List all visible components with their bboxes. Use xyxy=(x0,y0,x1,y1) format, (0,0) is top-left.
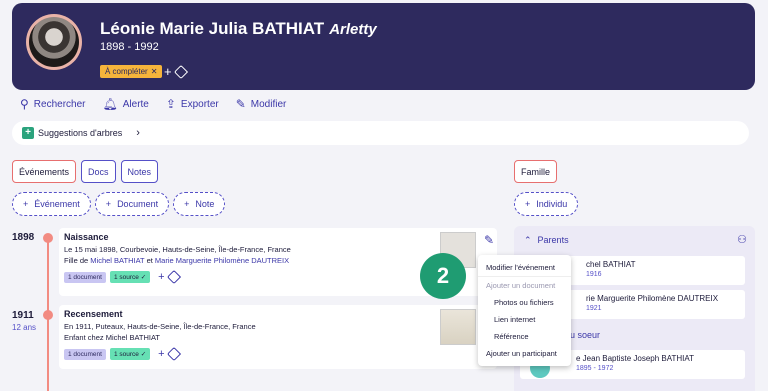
event-household: Enfant chez Michel BATHIAT xyxy=(64,333,161,342)
tab-notes[interactable]: Notes xyxy=(120,160,159,183)
sibling-name: e Jean Baptiste Joseph BATHIAT xyxy=(576,354,694,363)
add-event-label: Événement xyxy=(34,199,80,209)
add-tag-button[interactable]: + xyxy=(164,64,188,79)
export-label: Exporter xyxy=(180,98,219,110)
menu-heading-add-document: Ajouter un document xyxy=(486,281,556,290)
alert-button[interactable]: 🔔︎ Alerte xyxy=(103,97,149,111)
search-label: Rechercher xyxy=(33,98,86,110)
tab-family[interactable]: Famille xyxy=(514,160,558,183)
suggestions-label: Suggestions d'arbres xyxy=(38,128,123,138)
tag-icon xyxy=(173,64,188,79)
event-title: Recensement xyxy=(64,309,123,319)
plus-icon: + xyxy=(158,271,165,283)
document-count-badge[interactable]: 1 document xyxy=(64,271,106,283)
menu-item-reference[interactable]: Référence xyxy=(478,328,571,345)
timeline-dot xyxy=(43,233,53,243)
event-age: 12 ans xyxy=(12,323,37,332)
life-dates: 1898 - 1992 xyxy=(100,41,159,53)
pencil-icon[interactable]: ✎ xyxy=(484,233,494,247)
content-tabs: Événements Docs Notes xyxy=(12,160,159,183)
add-document-label: Document xyxy=(117,199,159,209)
plus-icon: + xyxy=(164,64,172,79)
search-button[interactable]: ⚲ Rechercher xyxy=(20,97,86,111)
suggestion-icon: + xyxy=(22,127,34,139)
plus-icon: + xyxy=(525,199,531,209)
add-document-button[interactable]: + Document xyxy=(94,192,170,216)
event-place: En 1911, Puteaux, Hauts-de-Seine, Île-de… xyxy=(64,322,256,331)
event-title: Naissance xyxy=(64,232,109,242)
profile-header: Léonie Marie Julia BATHIAT Arletty 1898 -… xyxy=(12,3,755,90)
siblings-heading: u soeur xyxy=(570,330,601,340)
document-count-badge[interactable]: 1 document xyxy=(64,348,106,360)
search-icon: ⚲ xyxy=(20,97,29,111)
parent-dates: 1916 xyxy=(586,271,602,278)
sibling-dates: 1895 - 1972 xyxy=(576,365,614,372)
tab-docs[interactable]: Docs xyxy=(81,160,116,183)
tab-events[interactable]: Événements xyxy=(12,160,77,183)
event-place: Le 15 mai 1898, Courbevoie, Hauts-de-Sei… xyxy=(64,245,291,254)
source-count-badge[interactable]: 1 source ✓ xyxy=(109,271,151,283)
event-context-menu: Modifier l'événement Ajouter un document… xyxy=(478,255,571,366)
chevron-up-icon: ⌃ xyxy=(524,235,532,245)
parent-link[interactable]: Michel BATHIAT xyxy=(90,256,144,265)
plus-icon: + xyxy=(158,348,165,360)
add-individual-label: Individu xyxy=(536,199,568,209)
close-icon[interactable]: ✕ xyxy=(151,67,158,76)
status-badge[interactable]: À compléter ✕ xyxy=(100,65,163,78)
tag-icon xyxy=(166,346,181,362)
parents-and: et xyxy=(146,256,153,265)
event-year: 1898 xyxy=(12,232,35,243)
add-note-button[interactable]: + Note xyxy=(173,192,226,216)
source-count-badge[interactable]: 1 source ✓ xyxy=(109,348,151,360)
plus-icon: + xyxy=(23,199,29,209)
add-note-label: Note xyxy=(195,199,215,209)
alert-label: Alerte xyxy=(122,98,149,110)
event-year: 1911 xyxy=(12,310,34,321)
menu-item-add-participant[interactable]: Ajouter un participant xyxy=(478,345,571,362)
document-thumbnail[interactable] xyxy=(440,309,476,345)
add-person-icon[interactable]: ⚇ xyxy=(737,233,747,246)
bell-icon: 🔔︎ xyxy=(102,97,118,111)
parent-dates: 1921 xyxy=(586,305,602,312)
plus-icon: + xyxy=(184,199,190,209)
export-button[interactable]: ⇪ Exporter xyxy=(166,97,219,111)
export-icon: ⇪ xyxy=(165,97,176,111)
parents-heading: Parents xyxy=(537,235,569,245)
add-tag-button[interactable]: + xyxy=(158,346,181,362)
person-name: Léonie Marie Julia BATHIAT Arletty xyxy=(100,19,377,39)
parent-name: rie Marguerite Philomène DAUTREIX xyxy=(586,294,719,303)
add-event-button[interactable]: + Événement xyxy=(12,192,91,216)
parents-section-toggle[interactable]: ⌃ Parents xyxy=(524,235,569,246)
step-badge: 2 xyxy=(420,253,466,299)
tree-suggestions[interactable]: + Suggestions d'arbres › xyxy=(12,121,749,145)
menu-item-edit-event[interactable]: Modifier l'événement xyxy=(478,259,571,277)
parents-prefix: Fille de xyxy=(64,256,89,265)
parent-name: chel BATHIAT xyxy=(586,260,636,269)
tag-icon xyxy=(166,269,181,285)
menu-item-photos-files[interactable]: Photos ou fichiers xyxy=(478,294,571,311)
edit-button[interactable]: ✎ Modifier xyxy=(236,97,287,111)
menu-item-web-link[interactable]: Lien internet xyxy=(478,311,571,328)
avatar[interactable] xyxy=(26,14,82,70)
action-toolbar: ⚲ Rechercher 🔔︎ Alerte ⇪ Exporter ✎ Modifier xyxy=(20,97,286,111)
add-individual-button[interactable]: + Individu xyxy=(514,192,579,216)
add-tag-button[interactable]: + xyxy=(158,269,181,285)
nickname: Arletty xyxy=(329,21,377,38)
chevron-right-icon: › xyxy=(136,127,140,139)
timeline-dot xyxy=(43,310,53,320)
edit-label: Modifier xyxy=(250,98,287,110)
full-name: Léonie Marie Julia BATHIAT xyxy=(100,19,325,38)
event-card-census[interactable]: Recensement En 1911, Puteaux, Hauts-de-S… xyxy=(59,305,497,369)
status-badge-label: À compléter xyxy=(105,67,148,76)
pencil-icon: ✎ xyxy=(235,97,246,111)
parent-link[interactable]: Marie Marguerite Philomène DAUTREIX xyxy=(155,256,289,265)
add-buttons: + Événement + Document + Note xyxy=(12,192,226,216)
plus-icon: + xyxy=(105,199,112,209)
